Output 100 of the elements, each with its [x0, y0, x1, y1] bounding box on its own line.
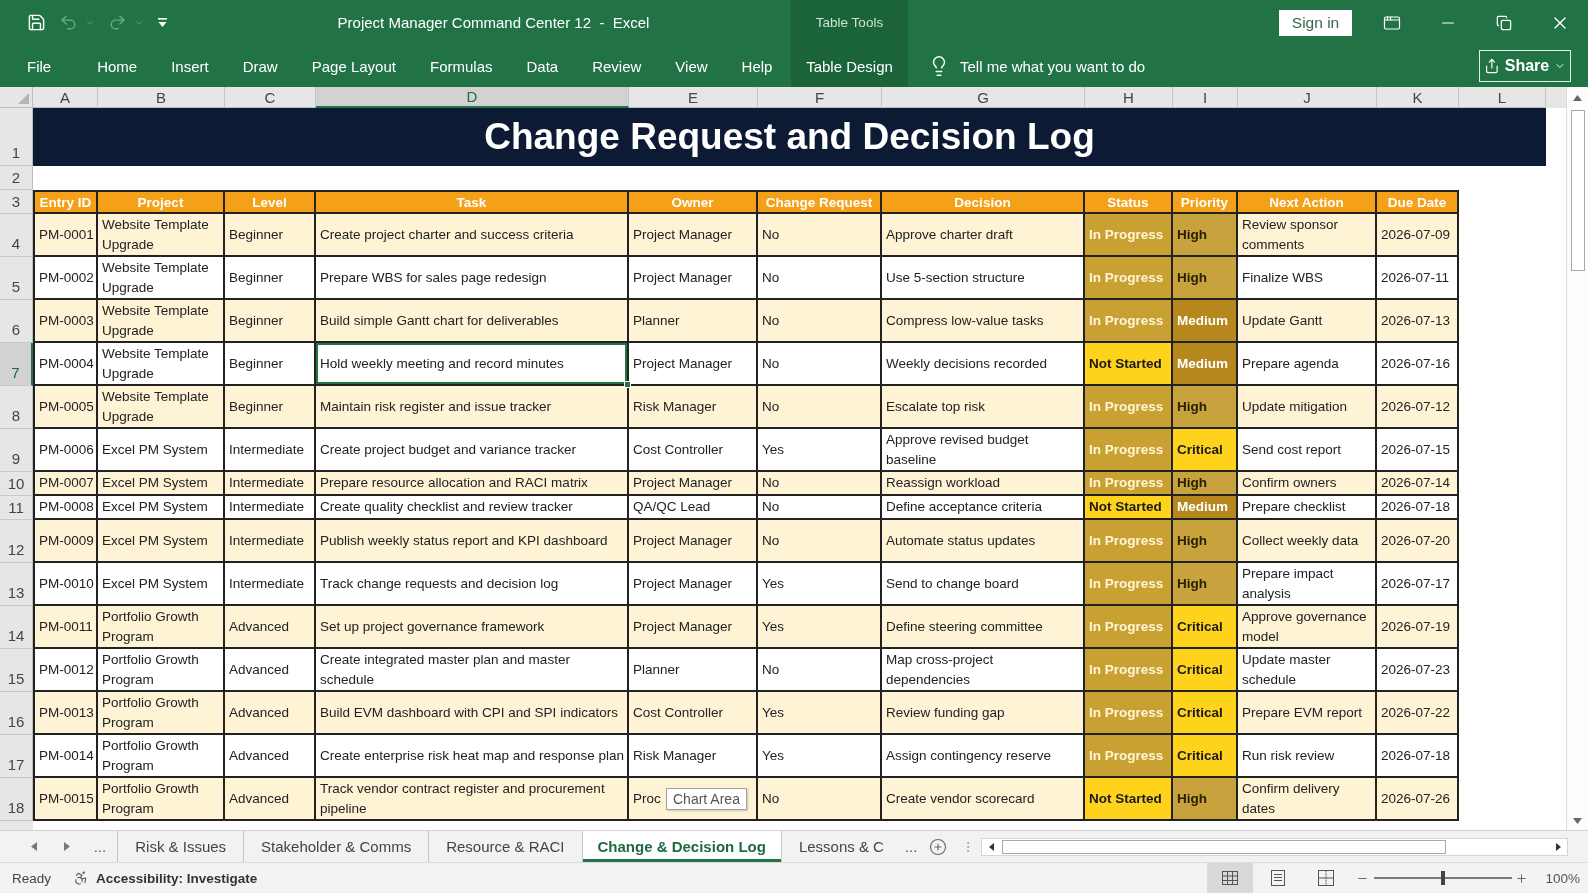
table-cell: Cost Controller — [629, 692, 758, 735]
plus-icon[interactable] — [1515, 871, 1529, 885]
table-cell: Planner — [629, 649, 758, 692]
fill-handle-icon[interactable] — [624, 381, 631, 388]
column-header[interactable]: I — [1173, 87, 1238, 108]
column-header[interactable]: D — [316, 87, 629, 108]
accessibility-status[interactable]: Accessibility: Investigate — [96, 870, 258, 886]
row-header[interactable]: 16 — [0, 692, 33, 735]
vertical-scrollbar[interactable] — [1566, 87, 1588, 830]
table-cell: Advanced — [225, 735, 316, 778]
corner-triangle-icon — [18, 93, 29, 104]
table-cell: No — [758, 214, 882, 257]
column-header[interactable]: G — [882, 87, 1085, 108]
row-header[interactable]: 13 — [0, 563, 33, 606]
table-cell: Send cost report — [1238, 429, 1377, 472]
table-cell: Medium — [1173, 496, 1238, 520]
ribbon-tab[interactable]: File — [10, 45, 69, 87]
table-cell: Approve revised budget baseline — [882, 429, 1085, 472]
sign-in-button[interactable]: Sign in — [1279, 9, 1352, 36]
table-cell: Project Manager — [629, 606, 758, 649]
column-header[interactable]: E — [629, 87, 758, 108]
row-header[interactable]: 2 — [0, 166, 33, 190]
table-cell: Excel PM System — [98, 563, 225, 606]
table-cell: Excel PM System — [98, 472, 225, 496]
dropdown-icon[interactable] — [157, 17, 168, 28]
table-cell: Track vendor contract register and procurement pipeline — [316, 778, 629, 821]
plus-circle-icon[interactable] — [929, 837, 948, 856]
tooltip: Chart Area — [666, 788, 747, 810]
table-cell: In Progress — [1085, 214, 1173, 257]
table-cell: Prepare resource allocation and RACI matrix — [316, 472, 629, 496]
row-header[interactable]: 15 — [0, 649, 33, 692]
row-header[interactable]: 12 — [0, 520, 33, 563]
row-header[interactable]: 7 — [0, 343, 33, 386]
restore-icon[interactable] — [1496, 14, 1512, 31]
row-header[interactable]: 10 — [0, 472, 33, 496]
window-icon[interactable] — [1383, 13, 1401, 32]
row-header[interactable]: 11 — [0, 496, 33, 520]
table-cell: Portfolio Growth Program — [98, 778, 225, 821]
zoom-percentage[interactable]: 100% — [1545, 870, 1580, 886]
table-cell: Beginner — [225, 343, 316, 386]
column-heading: Due Date — [1377, 190, 1459, 214]
sheet-overflow-button[interactable]: ... — [900, 834, 922, 859]
table-cell: PM-0001 — [33, 214, 98, 257]
row-header[interactable]: 18 — [0, 778, 33, 821]
column-header[interactable]: H — [1085, 87, 1173, 108]
table-cell: Risk Manager — [629, 735, 758, 778]
table-cell: Advanced — [225, 649, 316, 692]
table-cell: 2026-07-23 — [1377, 649, 1459, 692]
down-triangle-icon[interactable] — [1573, 818, 1582, 824]
column-header[interactable]: J — [1238, 87, 1377, 108]
column-heading: Priority — [1173, 190, 1238, 214]
row-header[interactable]: 5 — [0, 257, 33, 300]
ribbon-tab[interactable]: Table Design — [798, 45, 901, 87]
right-triangle-icon[interactable] — [1555, 842, 1561, 851]
left-triangle-icon[interactable] — [988, 842, 994, 851]
row-header[interactable]: 9 — [0, 429, 33, 472]
table-cell: Project Manager — [629, 214, 758, 257]
table-cell: Prepare EVM report — [1238, 692, 1377, 735]
ribbon-tab[interactable]: Page Layout — [294, 45, 413, 87]
row-header[interactable]: 17 — [0, 735, 33, 778]
sheet-overflow-button[interactable]: ... — [82, 834, 118, 859]
ribbon-tab[interactable]: Review — [575, 45, 659, 87]
view-button[interactable] — [1207, 863, 1254, 893]
column-header[interactable]: L — [1459, 87, 1546, 108]
share-button[interactable]: Share — [1479, 50, 1571, 82]
column-header[interactable]: F — [758, 87, 882, 108]
ribbon-tab[interactable]: Insert — [154, 45, 226, 87]
row-header[interactable]: 6 — [0, 300, 33, 343]
sheet-tab[interactable]: Change & Decision Log — [581, 831, 781, 862]
table-cell: 2026-07-14 — [1377, 472, 1459, 496]
tell-me-field[interactable]: Tell me what you want to do — [960, 57, 1200, 75]
ribbon-tab[interactable]: Formulas — [412, 45, 510, 87]
table-cell: High — [1173, 520, 1238, 563]
row-header[interactable]: 4 — [0, 214, 33, 257]
table-cell: Website Template Upgrade — [98, 300, 225, 343]
scrollbar-thumb[interactable] — [1002, 839, 1447, 854]
column-header[interactable]: A — [33, 87, 98, 108]
row-header[interactable]: 14 — [0, 606, 33, 649]
ribbon-tab[interactable]: Data — [509, 45, 576, 87]
zoom-slider-thumb[interactable] — [1441, 871, 1446, 885]
column-header[interactable]: B — [98, 87, 225, 108]
column-header[interactable]: K — [1377, 87, 1459, 108]
table-cell: Assign contingency reserve — [882, 735, 1085, 778]
row-header[interactable]: 3 — [0, 190, 33, 214]
row-header[interactable]: 1 — [0, 108, 33, 166]
scrollbar-thumb[interactable] — [1570, 110, 1585, 271]
ribbon-tab[interactable]: Help — [724, 45, 790, 87]
table-cell: 2026-07-22 — [1377, 692, 1459, 735]
row-header[interactable]: 8 — [0, 386, 33, 429]
ribbon-tab[interactable]: Home — [80, 45, 155, 87]
table-cell: Medium — [1173, 300, 1238, 343]
ribbon-tab[interactable]: View — [658, 45, 725, 87]
up-triangle-icon[interactable] — [1573, 95, 1582, 101]
table-cell: Project Manager — [629, 472, 758, 496]
column-header[interactable]: C — [225, 87, 316, 108]
ribbon-tab[interactable]: Draw — [225, 45, 295, 87]
horizontal-scrollbar[interactable] — [981, 837, 1568, 856]
table-cell: Intermediate — [225, 429, 316, 472]
table-cell: 2026-07-20 — [1377, 520, 1459, 563]
table-cell: Review funding gap — [882, 692, 1085, 735]
